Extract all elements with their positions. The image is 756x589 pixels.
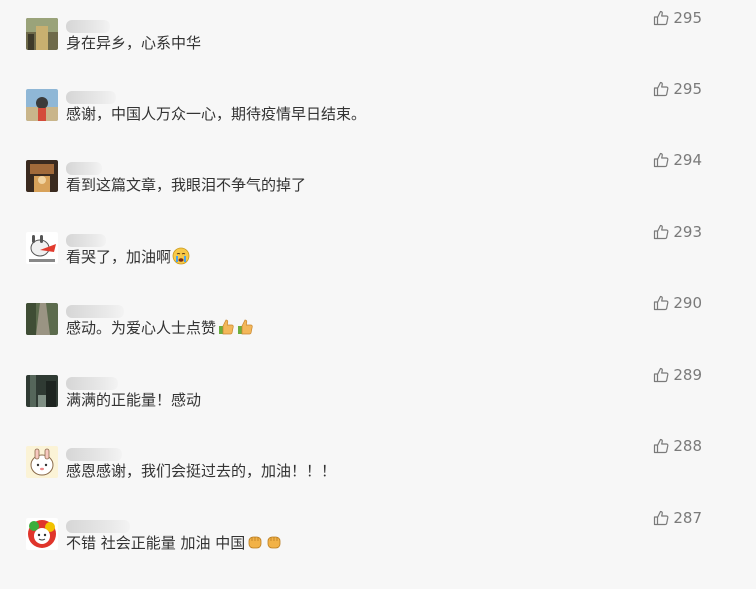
avatar[interactable] <box>26 89 58 121</box>
like-count: 295 <box>673 80 702 98</box>
thumbs-up-outline-icon <box>653 510 669 526</box>
comment-item: 身在异乡，心系中华 295 <box>0 9 756 89</box>
avatar[interactable] <box>26 18 58 50</box>
like-count: 294 <box>673 151 702 169</box>
fist-emoji <box>246 533 264 557</box>
thumbs-up-emoji <box>236 318 254 342</box>
like-button[interactable]: 293 <box>653 222 702 242</box>
like-count: 290 <box>673 294 702 312</box>
comment-item: 满满的正能量！感动 289 <box>0 366 756 446</box>
avatar[interactable] <box>26 446 58 478</box>
comment-text: 感恩感谢，我们会挺过去的，加油！！！ <box>66 462 337 480</box>
comment-item: 感谢，中国人万众一心，期待疫情早日结束。 295 <box>0 80 756 160</box>
comment-item: 看到这篇文章，我眼泪不争气的掉了 294 <box>0 151 756 231</box>
like-count: 288 <box>673 437 702 455</box>
avatar[interactable] <box>26 232 58 264</box>
comment-text: 感动。为爱心人士点赞 <box>66 317 254 342</box>
comment-text: 看到这篇文章，我眼泪不争气的掉了 <box>66 176 307 194</box>
crying-face-emoji <box>172 247 190 271</box>
comment-text: 感谢，中国人万众一心，期待疫情早日结束。 <box>66 105 367 123</box>
like-count: 295 <box>673 9 702 27</box>
fist-emoji <box>265 533 283 557</box>
comment-text: 身在异乡，心系中华 <box>66 34 202 52</box>
thumbs-up-outline-icon <box>653 367 669 383</box>
thumbs-up-outline-icon <box>653 438 669 454</box>
like-button[interactable]: 288 <box>653 436 702 456</box>
thumbs-up-outline-icon <box>653 152 669 168</box>
avatar[interactable] <box>26 375 58 407</box>
comment-item: 感恩感谢，我们会挺过去的，加油！！！ 288 <box>0 437 756 517</box>
like-button[interactable]: 290 <box>653 293 702 313</box>
thumbs-up-outline-icon <box>653 10 669 26</box>
like-button[interactable]: 295 <box>653 79 702 99</box>
thumbs-up-outline-icon <box>653 224 669 240</box>
thumbs-up-outline-icon <box>653 81 669 97</box>
thumbs-up-outline-icon <box>653 295 669 311</box>
like-button[interactable]: 294 <box>653 150 702 170</box>
avatar[interactable] <box>26 303 58 335</box>
comment-item: 不错 社会正能量 加油 中国 287 <box>0 509 756 589</box>
comment-text: 看哭了，加油啊 <box>66 246 190 271</box>
like-button[interactable]: 287 <box>653 508 702 528</box>
comment-item: 感动。为爱心人士点赞 290 <box>0 294 756 374</box>
like-count: 289 <box>673 366 702 384</box>
like-count: 293 <box>673 223 702 241</box>
like-button[interactable]: 295 <box>653 8 702 28</box>
thumbs-up-emoji <box>217 318 235 342</box>
comment-text: 不错 社会正能量 加油 中国 <box>66 532 283 557</box>
comment-text: 满满的正能量！感动 <box>66 391 202 409</box>
like-count: 287 <box>673 509 702 527</box>
comment-item: 看哭了，加油啊 293 <box>0 223 756 303</box>
avatar[interactable] <box>26 518 58 550</box>
avatar[interactable] <box>26 160 58 192</box>
like-button[interactable]: 289 <box>653 365 702 385</box>
